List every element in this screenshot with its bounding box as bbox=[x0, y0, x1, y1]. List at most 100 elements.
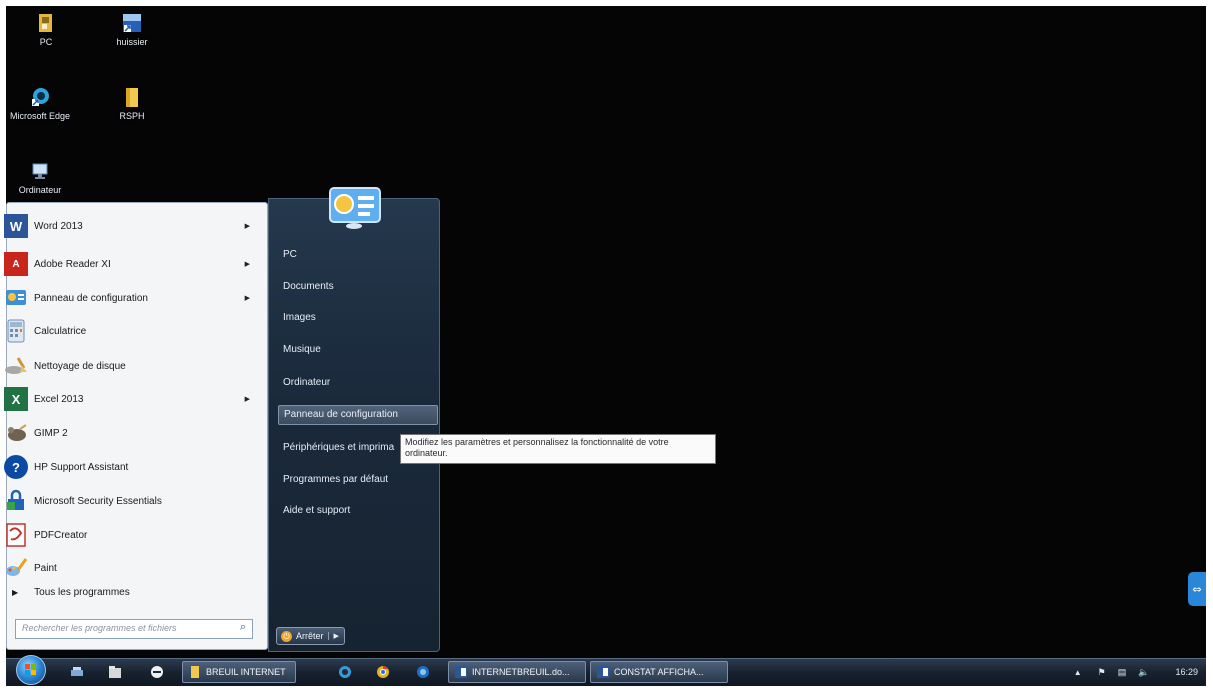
start-right-label: Musique bbox=[283, 344, 321, 355]
taskbar-button-constat-affichage[interactable]: CONSTAT AFFICHA... bbox=[590, 661, 728, 683]
start-button[interactable] bbox=[16, 655, 46, 685]
media-icon[interactable] bbox=[148, 663, 166, 681]
submenu-arrow-icon: ▶ bbox=[244, 295, 250, 302]
security-essentials-icon bbox=[4, 489, 28, 513]
start-right-label: Images bbox=[283, 312, 316, 323]
taskbar-button-internetbreuil[interactable]: INTERNETBREUIL.do... bbox=[448, 661, 586, 683]
program-item-calculatrice[interactable]: Calculatrice bbox=[4, 316, 254, 346]
word-icon: W bbox=[4, 214, 28, 238]
clock[interactable]: 16:29 bbox=[1175, 667, 1198, 677]
submenu-arrow-icon: ▶ bbox=[244, 223, 250, 230]
desktop-icon-label: PC bbox=[39, 37, 53, 47]
start-right-item-pc[interactable]: PC bbox=[278, 246, 438, 266]
edge-icon bbox=[32, 88, 49, 106]
start-right-item-peripheriques[interactable]: Périphériques et imprima bbox=[278, 439, 400, 459]
windows-logo-icon bbox=[25, 664, 36, 675]
program-label: Microsoft Security Essentials bbox=[34, 495, 162, 507]
program-item-gimp-2[interactable]: GIMP 2 bbox=[4, 418, 254, 448]
program-item-adobe-reader[interactable]: A Adobe Reader XI ▶ bbox=[4, 249, 254, 279]
folder-icon bbox=[126, 88, 138, 107]
start-right-item-documents[interactable]: Documents bbox=[278, 278, 438, 298]
program-item-excel-2013[interactable]: X Excel 2013 ▶ bbox=[4, 384, 254, 414]
program-label: PDFCreator bbox=[34, 529, 88, 541]
program-label: Word 2013 bbox=[34, 220, 83, 232]
side-panel-tab[interactable]: ⇔ bbox=[1188, 572, 1206, 606]
desktop-icon-label: Ordinateur bbox=[18, 185, 62, 195]
program-label: HP Support Assistant bbox=[34, 461, 129, 473]
search-placeholder: Rechercher les programmes et fichiers bbox=[22, 623, 177, 633]
program-label: Excel 2013 bbox=[34, 393, 84, 405]
program-label: GIMP 2 bbox=[34, 427, 68, 439]
shortcut-icon bbox=[123, 14, 141, 32]
desktop-icon-pc[interactable]: PC bbox=[14, 12, 78, 47]
desktop-icon-label: Microsoft Edge bbox=[9, 111, 71, 121]
calculator-icon bbox=[4, 319, 28, 343]
computer-icon bbox=[32, 163, 48, 179]
desktop-icon-edge[interactable]: Microsoft Edge bbox=[8, 86, 72, 121]
desktop-icon-label: RSPH bbox=[119, 111, 145, 121]
disk-cleanup-icon bbox=[4, 354, 28, 378]
folder-icon bbox=[188, 665, 202, 679]
chrome-icon[interactable] bbox=[374, 663, 392, 681]
start-search-input[interactable]: Rechercher les programmes et fichiers ⌕ bbox=[15, 619, 253, 639]
start-right-item-ordinateur[interactable]: Ordinateur bbox=[278, 374, 438, 394]
word-doc-icon bbox=[454, 665, 468, 679]
action-center-flag-icon[interactable]: ⚑ bbox=[1098, 667, 1106, 678]
start-right-item-images[interactable]: Images bbox=[278, 309, 438, 329]
program-item-paint[interactable]: Paint bbox=[4, 553, 254, 583]
pinned-app-icon[interactable] bbox=[68, 663, 86, 681]
user-picture-control-panel-icon[interactable] bbox=[326, 186, 384, 230]
submenu-arrow-icon: ▶ bbox=[244, 261, 250, 268]
shutdown-label: Arrêter bbox=[296, 631, 324, 641]
search-icon[interactable]: ⌕ bbox=[240, 621, 246, 634]
start-right-label: Aide et support bbox=[283, 505, 351, 516]
desktop-icon-huissier[interactable]: huissier bbox=[100, 12, 164, 47]
all-programs-link[interactable]: ▶ Tous les programmes bbox=[12, 587, 130, 598]
taskbar: BREUIL INTERNET INTERNETBREUIL.do... CON… bbox=[6, 655, 1206, 686]
network-icon[interactable]: ▤ bbox=[1118, 667, 1127, 678]
program-item-word-2013[interactable]: W Word 2013 ▶ bbox=[4, 211, 254, 241]
shutdown-main[interactable]: ⏻ Arrêter bbox=[277, 630, 328, 642]
folder-user-icon bbox=[39, 14, 52, 32]
start-right-item-panneau-configuration[interactable]: Panneau de configuration bbox=[278, 405, 438, 425]
shutdown-options-arrow-icon[interactable]: ▶ bbox=[327, 632, 344, 640]
desktop-icon-label: huissier bbox=[116, 37, 148, 47]
start-right-label: Programmes par défaut bbox=[283, 474, 389, 485]
gimp-icon bbox=[4, 421, 28, 445]
paint-icon bbox=[4, 556, 28, 580]
start-right-item-aide-support[interactable]: Aide et support bbox=[278, 502, 438, 522]
desktop-icon-rsph[interactable]: RSPH bbox=[100, 86, 164, 121]
pdfcreator-icon bbox=[4, 523, 28, 547]
program-item-security-essentials[interactable]: Microsoft Security Essentials bbox=[4, 486, 254, 516]
explorer-icon[interactable] bbox=[106, 663, 124, 681]
show-hidden-icons-chevron-up-icon[interactable]: ▲ bbox=[1074, 668, 1082, 677]
start-right-label: PC bbox=[283, 249, 297, 260]
desktop-icon-ordinateur[interactable]: Ordinateur bbox=[8, 160, 72, 195]
start-right-item-musique[interactable]: Musique bbox=[278, 341, 438, 361]
tooltip-text: Modifiez les paramètres et personnalisez… bbox=[405, 437, 669, 458]
taskbar-button-breuil-internet[interactable]: BREUIL INTERNET bbox=[182, 661, 296, 683]
start-right-label: Documents bbox=[283, 281, 334, 292]
browser-icon[interactable] bbox=[414, 663, 432, 681]
excel-icon: X bbox=[4, 387, 28, 411]
program-item-hp-support[interactable]: ? HP Support Assistant bbox=[4, 452, 254, 482]
all-programs-label: Tous les programmes bbox=[34, 587, 130, 598]
start-right-label: Panneau de configuration bbox=[284, 409, 398, 420]
word-doc-icon bbox=[596, 665, 610, 679]
start-right-label: Périphériques et imprima bbox=[283, 442, 395, 453]
start-right-item-programmes-defaut[interactable]: Programmes par défaut bbox=[278, 471, 438, 491]
shutdown-button[interactable]: ⏻ Arrêter ▶ bbox=[276, 627, 345, 645]
arrow-swap-icon: ⇔ bbox=[1192, 582, 1202, 596]
program-item-nettoyage-disque[interactable]: Nettoyage de disque bbox=[4, 351, 254, 381]
edge-icon[interactable] bbox=[336, 663, 354, 681]
power-icon: ⏻ bbox=[281, 630, 292, 642]
program-item-pdfcreator[interactable]: PDFCreator bbox=[4, 520, 254, 550]
program-item-panneau-configuration[interactable]: Panneau de configuration ▶ bbox=[4, 283, 254, 313]
tooltip-panneau-configuration: Modifiez les paramètres et personnalisez… bbox=[400, 434, 716, 464]
start-right-label: Ordinateur bbox=[283, 377, 331, 388]
program-label: Adobe Reader XI bbox=[34, 258, 111, 270]
program-label: Paint bbox=[34, 562, 57, 574]
volume-icon[interactable]: 🔈 bbox=[1138, 667, 1149, 678]
start-menu-places-pane bbox=[268, 198, 440, 652]
taskbar-button-label: BREUIL INTERNET bbox=[206, 667, 286, 677]
